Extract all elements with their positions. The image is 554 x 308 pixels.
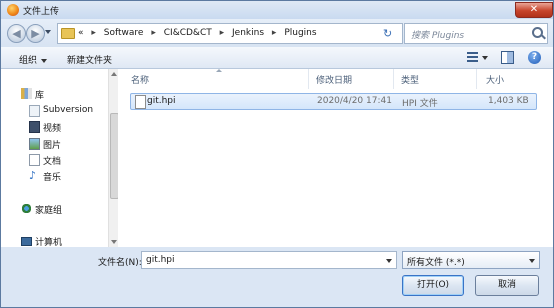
- file-upload-dialog: 文件上传 ✕ ◀ ▶ « ▸ Software ▸ CI&CD&CT ▸ Jen…: [0, 0, 554, 308]
- file-icon: [135, 95, 146, 109]
- folder-icon: [61, 28, 75, 39]
- file-type-value: 所有文件 (*.*): [407, 258, 465, 268]
- column-header-name[interactable]: 名称: [131, 73, 149, 86]
- refresh-icon[interactable]: ↻: [383, 27, 392, 40]
- organize-label: 组织: [19, 56, 38, 66]
- dialog-footer: 文件名(N): git.hpi 所有文件 (*.*) 打开(O) 取消: [1, 247, 553, 307]
- breadcrumb-overflow[interactable]: «: [78, 28, 84, 38]
- organize-button[interactable]: 组织: [19, 53, 48, 66]
- breadcrumb-item-software[interactable]: Software: [104, 28, 144, 38]
- pictures-icon: [29, 138, 40, 150]
- column-divider[interactable]: [476, 69, 477, 89]
- breadcrumb-item-jenkins[interactable]: Jenkins: [232, 28, 264, 38]
- chevron-down-icon: [41, 58, 48, 63]
- file-type-select[interactable]: 所有文件 (*.*): [402, 251, 540, 269]
- file-type: HPI 文件: [402, 99, 438, 109]
- sort-ascending-icon: [216, 69, 222, 72]
- preview-pane-icon[interactable]: [501, 51, 514, 64]
- search-placeholder: 搜索 Plugins: [411, 31, 465, 41]
- sidebar-item-label: 视频: [43, 124, 62, 134]
- filename-value: git.hpi: [146, 255, 175, 265]
- cancel-button[interactable]: 取消: [475, 275, 539, 296]
- homegroup-icon: [21, 203, 32, 214]
- documents-icon: [29, 154, 40, 166]
- sidebar-item-label: 家庭组: [35, 206, 63, 216]
- view-options-chevron-icon[interactable]: [482, 56, 488, 60]
- scroll-down-icon[interactable]: [111, 240, 117, 244]
- navigation-pane: 库 Subversion 视频 图片 文档 ♪ 音乐 家庭组 计算机: [1, 69, 108, 248]
- help-icon[interactable]: ?: [528, 51, 541, 64]
- scroll-up-icon[interactable]: [111, 72, 117, 76]
- file-size: 1,403 KB: [488, 96, 529, 106]
- title-bar: 文件上传 ✕: [1, 1, 553, 19]
- file-list-edge: [545, 69, 553, 247]
- column-header-type[interactable]: 类型: [401, 73, 419, 86]
- firefox-icon: [7, 4, 19, 16]
- open-button[interactable]: 打开(O): [402, 275, 464, 296]
- sidebar-item-label: 库: [35, 91, 45, 101]
- column-divider[interactable]: [393, 69, 394, 89]
- sidebar-item-label: 文档: [43, 157, 62, 167]
- breadcrumb: « ▸ Software ▸ CI&CD&CT ▸ Jenkins ▸ Plug…: [78, 28, 317, 38]
- new-folder-button[interactable]: 新建文件夹: [67, 53, 112, 66]
- music-icon: ♪: [29, 169, 37, 182]
- navigation-bar: ◀ ▶ « ▸ Software ▸ CI&CD&CT ▸ Jenkins ▸ …: [1, 19, 553, 47]
- breadcrumb-item-plugins[interactable]: Plugins: [284, 28, 316, 38]
- window-title: 文件上传: [23, 7, 60, 17]
- recent-locations-dropdown[interactable]: [45, 30, 51, 34]
- file-name: git.hpi: [147, 96, 176, 106]
- library-icon: [21, 88, 32, 99]
- videos-icon: [29, 121, 40, 133]
- address-bar[interactable]: « ▸ Software ▸ CI&CD&CT ▸ Jenkins ▸ Plug…: [57, 23, 423, 44]
- sidebar-item-label: 音乐: [43, 173, 62, 183]
- search-input[interactable]: 搜索 Plugins: [404, 23, 548, 44]
- chevron-down-icon[interactable]: [529, 259, 535, 263]
- column-header-modified[interactable]: 修改日期: [316, 73, 352, 86]
- forward-button[interactable]: ▶: [26, 24, 45, 43]
- filename-field[interactable]: git.hpi: [141, 251, 397, 269]
- chevron-down-icon[interactable]: [386, 259, 392, 263]
- breadcrumb-separator[interactable]: ▸: [220, 28, 225, 38]
- breadcrumb-item-cicdct[interactable]: CI&CD&CT: [164, 28, 212, 38]
- sidebar-item-label: Subversion: [43, 105, 94, 115]
- file-modified: 2020/4/20 17:41: [317, 96, 392, 106]
- back-button[interactable]: ◀: [7, 24, 26, 43]
- column-divider[interactable]: [308, 69, 309, 89]
- breadcrumb-separator[interactable]: ▸: [151, 28, 156, 38]
- filename-label: 文件名(N):: [98, 258, 142, 268]
- table-row[interactable]: git.hpi 2020/4/20 17:41 HPI 文件 1,403 KB: [130, 93, 537, 110]
- subversion-icon: [29, 105, 40, 117]
- search-icon[interactable]: [532, 27, 543, 38]
- sidebar-item-label: 图片: [43, 141, 62, 151]
- change-view-icon[interactable]: [467, 52, 478, 62]
- computer-icon: [21, 237, 32, 246]
- breadcrumb-separator[interactable]: ▸: [91, 28, 96, 38]
- close-button[interactable]: ✕: [515, 2, 553, 18]
- file-list: 名称 修改日期 类型 大小 git.hpi 2020/4/20 17:41 HP…: [118, 69, 545, 247]
- navigation-scrollbar[interactable]: [108, 69, 119, 247]
- breadcrumb-separator[interactable]: ▸: [272, 28, 277, 38]
- command-toolbar: 组织 新建文件夹 ?: [1, 47, 553, 69]
- column-header-size[interactable]: 大小: [486, 73, 504, 86]
